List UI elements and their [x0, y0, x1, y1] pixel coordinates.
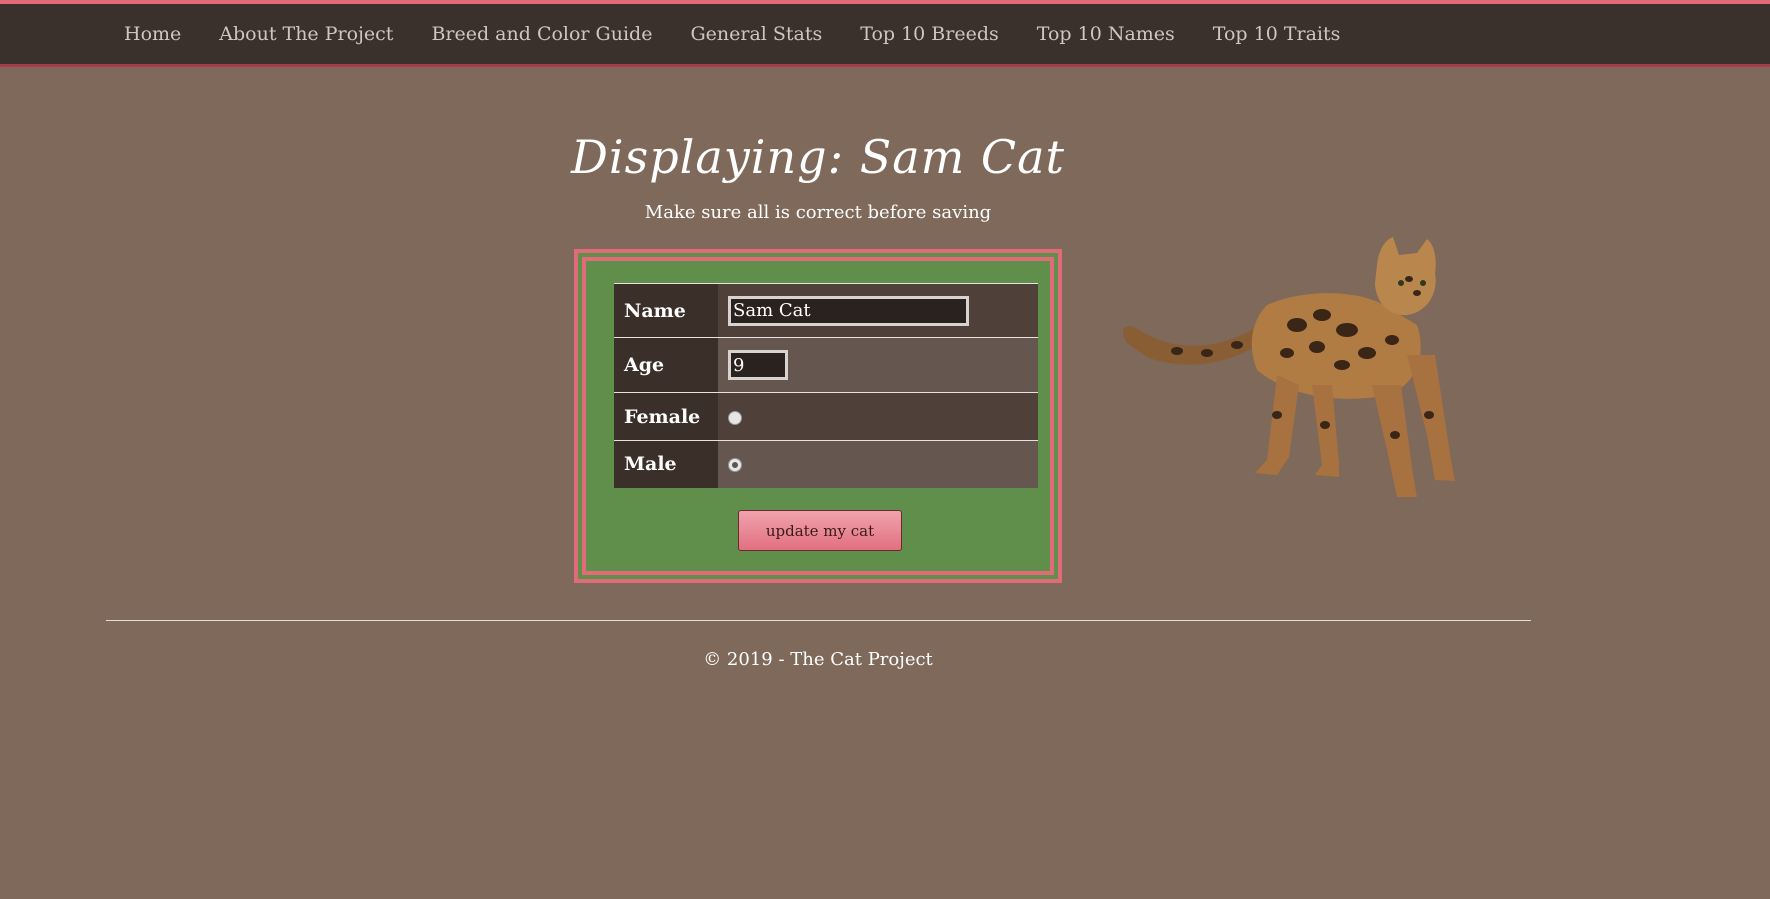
nav-item-about[interactable]: About The Project — [200, 4, 412, 64]
nav-item-top-breeds[interactable]: Top 10 Breeds — [841, 4, 1018, 64]
name-label: Name — [614, 283, 718, 338]
female-cell — [718, 392, 1038, 441]
navbar: Home About The Project Breed and Color G… — [0, 0, 1770, 67]
table-row: Name — [614, 283, 1038, 338]
nav-item-top-names[interactable]: Top 10 Names — [1018, 4, 1194, 64]
male-label: Male — [614, 440, 718, 488]
update-cat-button[interactable]: update my cat — [738, 510, 902, 551]
cat-form-inner-frame: Name Age Female Male — [582, 257, 1054, 575]
nav-item-top-traits[interactable]: Top 10 Traits — [1194, 4, 1360, 64]
name-input[interactable] — [728, 295, 969, 326]
male-cell — [718, 440, 1038, 488]
table-row: Female — [614, 392, 1038, 441]
age-label: Age — [614, 337, 718, 393]
page-subtitle: Make sure all is correct before saving — [644, 202, 992, 223]
nav-item-breed-color-guide[interactable]: Breed and Color Guide — [412, 4, 671, 64]
page-title: Displaying: Sam Cat — [571, 130, 1065, 184]
female-label: Female — [614, 392, 718, 441]
cat-photo — [1122, 237, 1455, 497]
footer-divider — [106, 620, 1531, 621]
cat-form-table: Name Age Female Male — [614, 283, 1038, 488]
cat-form-frame: Name Age Female Male — [574, 249, 1062, 583]
name-cell — [718, 283, 1038, 338]
footer-copyright: © 2019 - The Cat Project — [703, 649, 933, 670]
age-input[interactable] — [728, 350, 788, 380]
nav-list: Home About The Project Breed and Color G… — [105, 4, 1359, 64]
nav-item-general-stats[interactable]: General Stats — [671, 4, 841, 64]
nav-item-home[interactable]: Home — [105, 4, 200, 64]
age-cell — [718, 337, 1038, 393]
table-row: Age — [614, 337, 1038, 393]
female-radio[interactable] — [728, 410, 742, 425]
table-row: Male — [614, 440, 1038, 488]
male-radio[interactable] — [728, 458, 742, 473]
